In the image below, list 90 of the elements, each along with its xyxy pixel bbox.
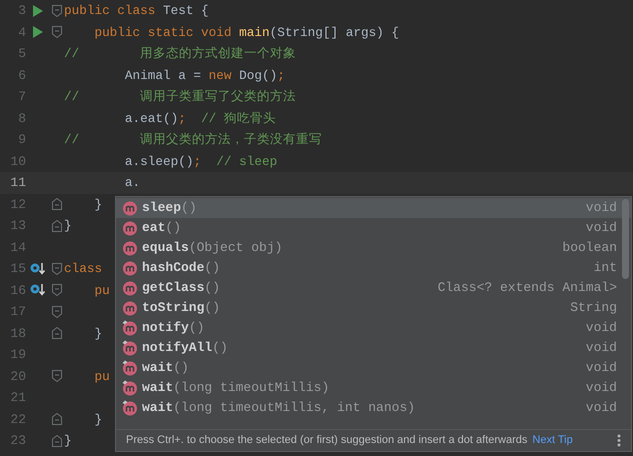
line-number: 4 — [17, 24, 26, 42]
method-signature: eat() — [142, 219, 182, 238]
return-type: void — [586, 319, 617, 338]
line-number: 20 — [9, 368, 26, 386]
return-type: Class<? extends Animal> — [438, 279, 617, 298]
method-signature: equals(Object obj) — [142, 239, 282, 258]
return-type: void — [586, 359, 617, 378]
completion-item[interactable]: eat() void — [116, 218, 631, 238]
line-number: 21 — [9, 389, 26, 407]
fold-marker-icon[interactable] — [52, 220, 62, 232]
method-signature: notifyAll() — [142, 339, 228, 358]
return-type: void — [586, 339, 617, 358]
line-number: 6 — [17, 66, 26, 84]
fold-marker-icon[interactable] — [52, 413, 62, 426]
completion-item[interactable]: getClass() Class<? extends Animal> — [116, 278, 631, 298]
line-number: 23 — [9, 432, 26, 450]
fold-marker-icon[interactable] — [52, 327, 62, 340]
completion-item[interactable]: equals(Object obj) boolean — [116, 238, 631, 258]
fold-marker-icon[interactable] — [52, 434, 62, 447]
completion-item[interactable]: wait(long timeoutMillis, int nanos) void — [116, 398, 631, 418]
method-signature: hashCode() — [142, 259, 220, 278]
method-signature: getClass() — [142, 279, 220, 298]
line-number: 12 — [9, 196, 26, 214]
run-icon[interactable] — [33, 4, 43, 17]
line-number: 8 — [17, 110, 26, 128]
implemented-marker-icon[interactable] — [30, 262, 46, 276]
code-line: // 调用父类的方法，子类没有重写 — [64, 131, 322, 150]
line-number: 18 — [9, 324, 26, 342]
code-line: public static void main(String[] args) { — [93, 24, 400, 42]
line-number: 19 — [9, 346, 26, 364]
line-number: 13 — [9, 217, 26, 235]
implemented-marker-icon[interactable] — [30, 283, 46, 298]
fold-marker-icon[interactable] — [52, 198, 62, 210]
method-signature: notify() — [142, 319, 204, 338]
next-tip-link[interactable]: Next Tip — [532, 432, 573, 449]
scrollbar-thumb[interactable] — [622, 199, 629, 279]
line-number: 17 — [9, 303, 26, 321]
line-number: 16 — [9, 282, 26, 300]
line-number: 15 — [9, 260, 26, 278]
line-number: 3 — [17, 2, 26, 20]
fold-marker-icon[interactable] — [52, 306, 62, 318]
completion-item[interactable]: sleep() void — [116, 198, 631, 218]
code-line: pu — [93, 282, 110, 300]
completion-item[interactable]: wait(long timeoutMillis) void — [116, 378, 631, 398]
return-type: void — [586, 399, 617, 418]
code-line: } — [93, 410, 102, 429]
line-number: 7 — [17, 88, 26, 106]
run-icon[interactable] — [33, 26, 43, 38]
return-type: void — [586, 199, 617, 218]
code-line: a.sleep(); // sleep — [124, 152, 278, 171]
completion-item[interactable]: wait() void — [116, 358, 631, 378]
method-signature: wait(long timeoutMillis) — [142, 379, 330, 398]
completion-item[interactable]: hashCode() int — [116, 258, 631, 278]
code-line: a. — [124, 174, 140, 192]
hint-text: Press Ctrl+. to choose the selected (or first) suggestion and insert a dot afterwards — [126, 433, 528, 448]
code-line: // 用多态的方式创建一个对象 — [64, 45, 296, 64]
completion-item[interactable]: notifyAll() void — [116, 338, 631, 358]
fold-marker-icon[interactable] — [52, 284, 62, 296]
return-type: int — [594, 259, 617, 278]
line-number: 11 — [9, 174, 26, 192]
more-options-icon[interactable] — [617, 434, 621, 447]
code-line: } — [93, 196, 102, 214]
code-line: pu — [93, 368, 110, 386]
code-line: } — [64, 217, 72, 236]
line-number: 10 — [9, 152, 26, 170]
code-line: class — [64, 260, 102, 278]
line-number: 5 — [17, 45, 26, 63]
line-number: 14 — [9, 238, 26, 256]
return-type: String — [570, 299, 617, 318]
fold-marker-icon[interactable] — [52, 370, 62, 382]
return-type: void — [586, 219, 617, 238]
method-signature: sleep() — [142, 199, 197, 218]
fold-marker-icon[interactable] — [52, 26, 62, 38]
line-number: 22 — [9, 410, 26, 428]
code-line: } — [64, 432, 72, 450]
method-signature: toString() — [142, 299, 220, 318]
fold-marker-icon[interactable] — [52, 262, 62, 275]
fold-marker-icon[interactable] — [52, 4, 62, 17]
method-signature: wait() — [142, 359, 189, 378]
return-type: void — [586, 379, 617, 398]
method-signature: wait(long timeoutMillis, int nanos) — [142, 399, 416, 418]
code-line: public class Test { — [64, 2, 209, 20]
return-type: boolean — [562, 239, 617, 258]
code-line: Animal a = new Dog(); — [124, 66, 285, 85]
code-line: } — [93, 324, 102, 343]
code-line: // 调用子类重写了父类的方法 — [64, 88, 296, 106]
line-number: 9 — [17, 131, 26, 149]
code-line: a.eat(); // 狗吃骨头 — [124, 110, 276, 128]
completion-item[interactable]: toString() String — [116, 298, 631, 318]
completion-item[interactable]: notify() void — [116, 318, 631, 338]
